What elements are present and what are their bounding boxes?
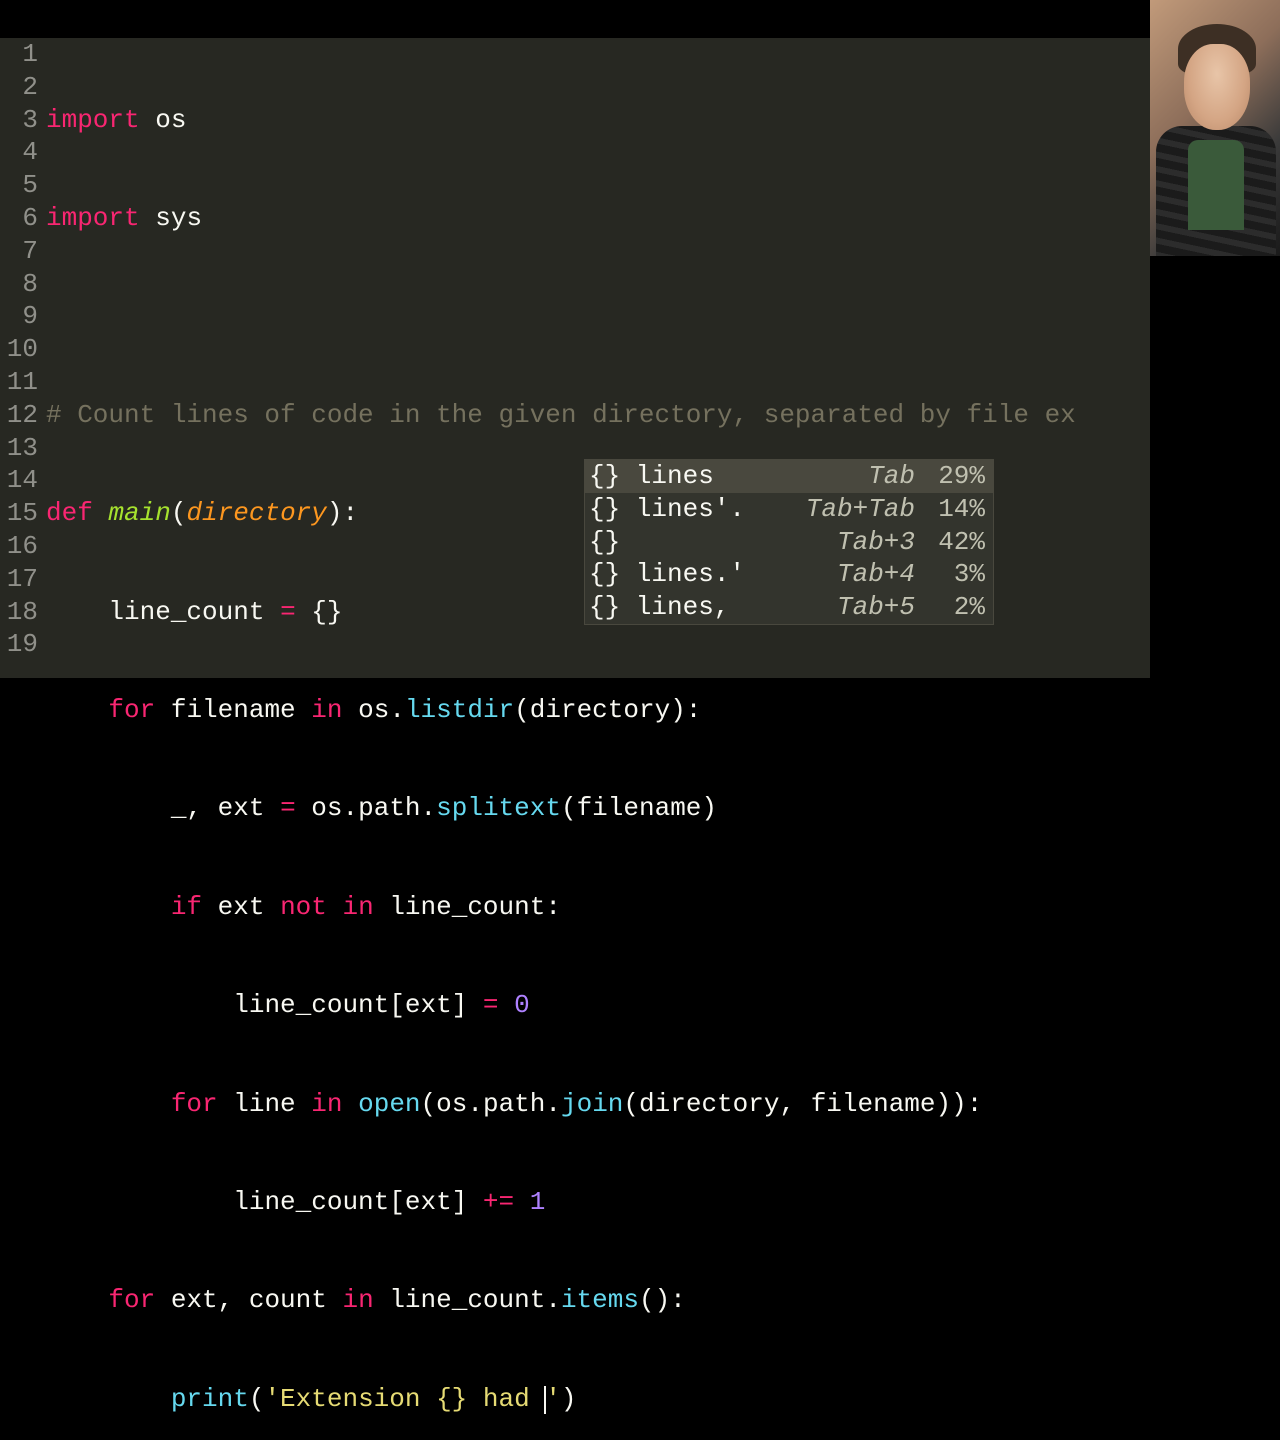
suggestion-text: {} lines, (589, 591, 729, 624)
suggestion-probability: 2% (931, 591, 985, 624)
line-number: 3 (0, 104, 38, 137)
line-number: 12 (0, 399, 38, 432)
code-line: for ext, count in line_count.items(): (46, 1284, 1150, 1317)
autocomplete-item[interactable]: {} Tab+342% (585, 526, 993, 559)
line-number: 7 (0, 235, 38, 268)
code-line (46, 300, 1150, 333)
line-number: 15 (0, 497, 38, 530)
code-line: if ext not in line_count: (46, 891, 1150, 924)
suggestion-text: {} (589, 526, 620, 559)
code-line: for filename in os.listdir(directory): (46, 694, 1150, 727)
suggestion-keyhint: Tab+3 (837, 526, 931, 559)
line-number-gutter: 12345678910111213141516171819 (0, 38, 46, 678)
suggestion-text: {} lines (589, 460, 714, 493)
suggestion-keyhint: Tab+4 (837, 558, 931, 591)
line-number: 17 (0, 563, 38, 596)
line-number: 19 (0, 628, 38, 661)
code-line: import sys (46, 202, 1150, 235)
code-line: line_count[ext] = 0 (46, 989, 1150, 1022)
line-number: 14 (0, 464, 38, 497)
webcam-overlay (1150, 0, 1280, 256)
line-number: 10 (0, 333, 38, 366)
line-number: 4 (0, 136, 38, 169)
line-number: 8 (0, 268, 38, 301)
line-number: 16 (0, 530, 38, 563)
text-cursor (544, 1386, 546, 1414)
line-number: 5 (0, 169, 38, 202)
suggestion-text: {} lines'. (589, 493, 745, 526)
suggestion-probability: 3% (931, 558, 985, 591)
code-line: import os (46, 104, 1150, 137)
line-number: 11 (0, 366, 38, 399)
line-number: 13 (0, 432, 38, 465)
autocomplete-popup[interactable]: {} lines Tab29% {} lines'. Tab+Tab14% {} Tab+… (584, 459, 994, 625)
line-number: 9 (0, 300, 38, 333)
suggestion-probability: 14% (931, 493, 985, 526)
code-line: line_count[ext] += 1 (46, 1186, 1150, 1219)
suggestion-keyhint: Tab+Tab (806, 493, 931, 526)
suggestion-text: {} lines.' (589, 558, 745, 591)
autocomplete-item[interactable]: {} lines, Tab+52% (585, 591, 993, 624)
code-line: # Count lines of code in the given direc… (46, 399, 1150, 432)
code-line: for line in open(os.path.join(directory,… (46, 1088, 1150, 1121)
line-number: 6 (0, 202, 38, 235)
suggestion-probability: 42% (931, 526, 985, 559)
autocomplete-item[interactable]: {} lines Tab29% (585, 460, 993, 493)
suggestion-probability: 29% (931, 460, 985, 493)
line-number: 2 (0, 71, 38, 104)
code-line: _, ext = os.path.splitext(filename) (46, 792, 1150, 825)
suggestion-keyhint: Tab+5 (837, 591, 931, 624)
autocomplete-item[interactable]: {} lines.' Tab+43% (585, 558, 993, 591)
line-number: 1 (0, 38, 38, 71)
line-number: 18 (0, 596, 38, 629)
autocomplete-item[interactable]: {} lines'. Tab+Tab14% (585, 493, 993, 526)
code-line: print('Extension {} had ') (46, 1383, 1150, 1416)
suggestion-keyhint: Tab (868, 460, 931, 493)
